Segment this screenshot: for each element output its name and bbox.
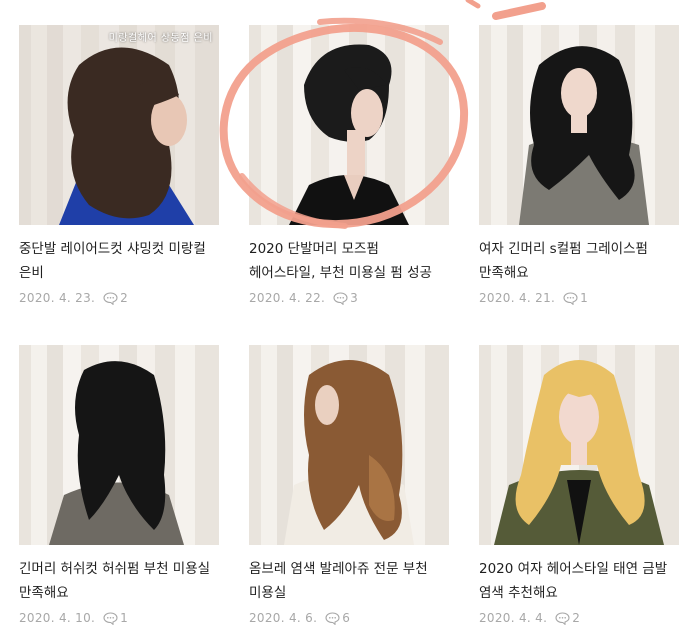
comment-count-value: 2: [572, 611, 581, 625]
post-title[interactable]: 중단발 레이어드컷 샤밍컷 미랑컬 은비: [19, 237, 219, 285]
post-title[interactable]: 여자 긴머리 s컬펌 그레이스펌 만족해요: [479, 237, 679, 285]
comment-count[interactable]: 1: [103, 611, 128, 625]
post-grid: 미랑컬헤어 상동점 은비 중단발 레이어드컷 샤밍컷 미랑컬 은비 2020. …: [0, 0, 699, 641]
post-card[interactable]: 긴머리 허쉬컷 허쉬펌 부천 미용실 만족해요: [19, 345, 219, 605]
post-date: 2020. 4. 21.: [479, 291, 556, 305]
comment-count-value: 2: [120, 291, 129, 305]
post-card[interactable]: 옴브레 염색 발레아쥬 전문 부천 미용실: [249, 345, 449, 605]
comment-count[interactable]: 6: [325, 611, 350, 625]
post-card[interactable]: 미랑컬헤어 상동점 은비 중단발 레이어드컷 샤밍컷 미랑컬 은비: [19, 25, 219, 285]
post-meta: 2020. 4. 6. 6: [249, 611, 350, 625]
post-meta: 2020. 4. 23. 2: [19, 291, 128, 305]
speech-bubble-icon: [103, 611, 118, 625]
post-meta: 2020. 4. 10. 1: [19, 611, 128, 625]
comment-count[interactable]: 2: [103, 291, 128, 305]
post-thumbnail[interactable]: [479, 345, 679, 545]
photo-watermark-text: 미랑컬헤어 상동점 은비: [108, 33, 213, 44]
woman-wavy-hair-photo: [19, 25, 219, 225]
comment-count-value: 3: [350, 291, 359, 305]
woman-ombre-balayage-hair-photo: [284, 360, 414, 545]
post-title[interactable]: 긴머리 허쉬컷 허쉬펌 부천 미용실 만족해요: [19, 557, 219, 605]
comment-count[interactable]: 3: [333, 291, 358, 305]
post-thumbnail[interactable]: [249, 345, 449, 545]
woman-short-bob-photo: [289, 44, 409, 225]
post-thumbnail[interactable]: 미랑컬헤어 상동점 은비: [19, 25, 219, 225]
comment-count-value: 6: [342, 611, 351, 625]
woman-long-curly-hair-photo: [519, 46, 649, 225]
speech-bubble-icon: [325, 611, 340, 625]
post-date: 2020. 4. 6.: [249, 611, 318, 625]
post-title[interactable]: 2020 여자 헤어스타일 태연 금발 염색 추천해요: [479, 557, 679, 605]
post-date: 2020. 4. 22.: [249, 291, 326, 305]
post-meta: 2020. 4. 22. 3: [249, 291, 358, 305]
post-card[interactable]: 2020 단발머리 모즈펌 헤어스타일, 부천 미용실 펌 성공: [249, 25, 449, 285]
woman-long-layered-hair-back-photo: [49, 361, 184, 545]
post-title[interactable]: 2020 단발머리 모즈펌 헤어스타일, 부천 미용실 펌 성공: [249, 237, 449, 285]
post-meta: 2020. 4. 21. 1: [479, 291, 588, 305]
post-thumbnail[interactable]: [479, 25, 679, 225]
post-thumbnail[interactable]: [249, 25, 449, 225]
post-date: 2020. 4. 23.: [19, 291, 96, 305]
post-card[interactable]: 2020 여자 헤어스타일 태연 금발 염색 추천해요: [479, 345, 679, 605]
comment-count-value: 1: [120, 611, 129, 625]
post-meta: 2020. 4. 4. 2: [479, 611, 580, 625]
post-card[interactable]: 여자 긴머리 s컬펌 그레이스펌 만족해요: [479, 25, 679, 285]
woman-blonde-hair-photo: [494, 360, 664, 545]
comment-count-value: 1: [580, 291, 589, 305]
post-date: 2020. 4. 10.: [19, 611, 96, 625]
comment-count[interactable]: 1: [563, 291, 588, 305]
post-date: 2020. 4. 4.: [479, 611, 548, 625]
post-thumbnail[interactable]: [19, 345, 219, 545]
comment-count[interactable]: 2: [555, 611, 580, 625]
speech-bubble-icon: [563, 291, 578, 305]
speech-bubble-icon: [103, 291, 118, 305]
speech-bubble-icon: [333, 291, 348, 305]
post-title[interactable]: 옴브레 염색 발레아쥬 전문 부천 미용실: [249, 557, 449, 605]
speech-bubble-icon: [555, 611, 570, 625]
